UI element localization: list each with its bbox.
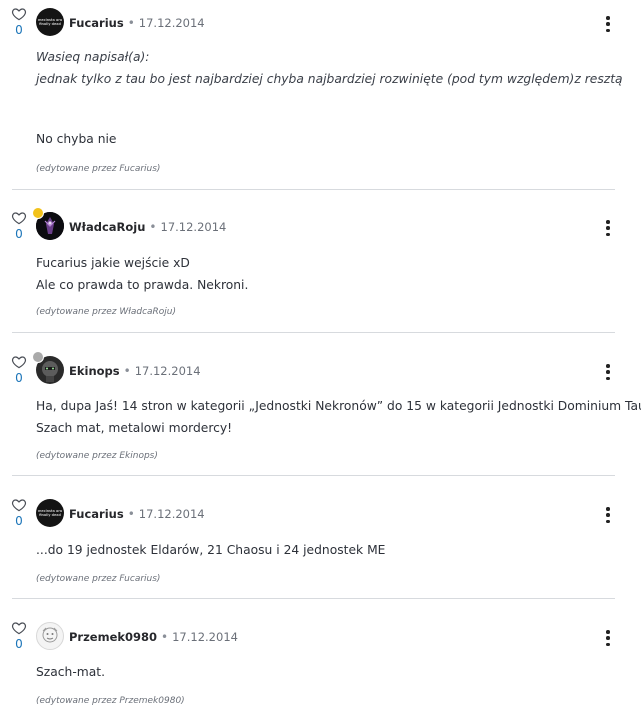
kebab-menu-icon[interactable] bbox=[604, 16, 612, 32]
author-name[interactable]: WładcaRoju bbox=[69, 220, 145, 234]
avatar-text: mecinsta ara finally dead bbox=[37, 509, 63, 517]
comment-body: Fucarius jakie wejście xD Ale co prawda … bbox=[36, 252, 248, 296]
comment-text: Ale co prawda to prawda. Nekroni. bbox=[36, 278, 249, 292]
meta-separator: • bbox=[127, 16, 135, 30]
comment-text: Szach mat, metalowi mordercy! bbox=[36, 421, 233, 435]
divider bbox=[12, 598, 615, 599]
avatar[interactable]: mecinsta ara finally dead bbox=[36, 8, 64, 36]
edited-note: (edytowane przez Fucarius) bbox=[36, 574, 161, 584]
quote-header: Wasieq napisał(a): bbox=[36, 50, 150, 64]
divider bbox=[12, 332, 615, 333]
divider bbox=[12, 475, 615, 476]
heart-icon[interactable] bbox=[11, 6, 27, 22]
comment-meta: Fucarius • 17.12.2014 bbox=[69, 16, 205, 30]
edited-note: (edytowane przez Ekinops) bbox=[36, 451, 158, 461]
like-button[interactable]: 0 bbox=[9, 620, 29, 651]
meta-separator: • bbox=[161, 630, 169, 644]
heart-icon[interactable] bbox=[11, 620, 27, 636]
comment-date: 17.12.2014 bbox=[134, 364, 201, 378]
kebab-menu-icon[interactable] bbox=[604, 364, 612, 380]
heart-icon[interactable] bbox=[11, 354, 27, 370]
comment-text: Fucarius jakie wejście xD bbox=[36, 256, 190, 270]
comment-text: Ha, dupa Jaś! 14 stron w kategorii „Jedn… bbox=[36, 399, 641, 413]
comment-text: No chyba nie bbox=[36, 132, 117, 146]
like-button[interactable]: 0 bbox=[9, 6, 29, 37]
comment-meta: WładcaRoju • 17.12.2014 bbox=[69, 220, 226, 234]
comment-text: Szach-mat. bbox=[36, 665, 106, 679]
meta-separator: • bbox=[149, 220, 157, 234]
like-button[interactable]: 0 bbox=[9, 210, 29, 241]
rank-badge bbox=[32, 207, 44, 219]
kebab-menu-icon[interactable] bbox=[604, 220, 612, 236]
avatar[interactable] bbox=[36, 622, 64, 650]
rank-badge bbox=[32, 351, 44, 363]
avatar-text: mecinsta ara finally dead bbox=[37, 18, 63, 26]
comment-date: 17.12.2014 bbox=[160, 220, 227, 234]
edited-note: (edytowane przez WładcaRoju) bbox=[36, 307, 177, 317]
comment-body: Wasieq napisał(a): jednak tylko z tau bo… bbox=[36, 46, 623, 90]
edited-note: (edytowane przez Fucarius) bbox=[36, 164, 161, 174]
quote-text: jednak tylko z tau bo jest najbardziej c… bbox=[36, 72, 623, 86]
author-name[interactable]: Ekinops bbox=[69, 364, 120, 378]
heart-icon[interactable] bbox=[11, 497, 27, 513]
author-name[interactable]: Przemek0980 bbox=[69, 630, 157, 644]
avatar[interactable]: mecinsta ara finally dead bbox=[36, 499, 64, 527]
comment-body: Ha, dupa Jaś! 14 stron w kategorii „Jedn… bbox=[36, 395, 641, 439]
like-count: 0 bbox=[15, 23, 23, 37]
meta-separator: • bbox=[127, 507, 135, 521]
comment-date: 17.12.2014 bbox=[138, 507, 205, 521]
comment-text: ...do 19 jednostek Eldarów, 21 Chaosu i … bbox=[36, 543, 386, 557]
comment-meta: Fucarius • 17.12.2014 bbox=[69, 507, 205, 521]
like-button[interactable]: 0 bbox=[9, 497, 29, 528]
default-avatar-image bbox=[42, 627, 58, 643]
heart-icon[interactable] bbox=[11, 210, 27, 226]
author-name[interactable]: Fucarius bbox=[69, 16, 124, 30]
like-button[interactable]: 0 bbox=[9, 354, 29, 385]
kebab-menu-icon[interactable] bbox=[604, 630, 612, 646]
author-name[interactable]: Fucarius bbox=[69, 507, 124, 521]
like-count: 0 bbox=[15, 514, 23, 528]
meta-separator: • bbox=[123, 364, 131, 378]
like-count: 0 bbox=[15, 227, 23, 241]
like-count: 0 bbox=[15, 371, 23, 385]
kebab-menu-icon[interactable] bbox=[604, 507, 612, 523]
comment-date: 17.12.2014 bbox=[172, 630, 238, 644]
divider bbox=[12, 189, 615, 190]
like-count: 0 bbox=[15, 637, 23, 651]
edited-note: (edytowane przez Przemek0980) bbox=[36, 696, 185, 706]
comment-meta: Przemek0980 • 17.12.2014 bbox=[69, 630, 238, 644]
comment-date: 17.12.2014 bbox=[138, 16, 205, 30]
comment-meta: Ekinops • 17.12.2014 bbox=[69, 364, 201, 378]
